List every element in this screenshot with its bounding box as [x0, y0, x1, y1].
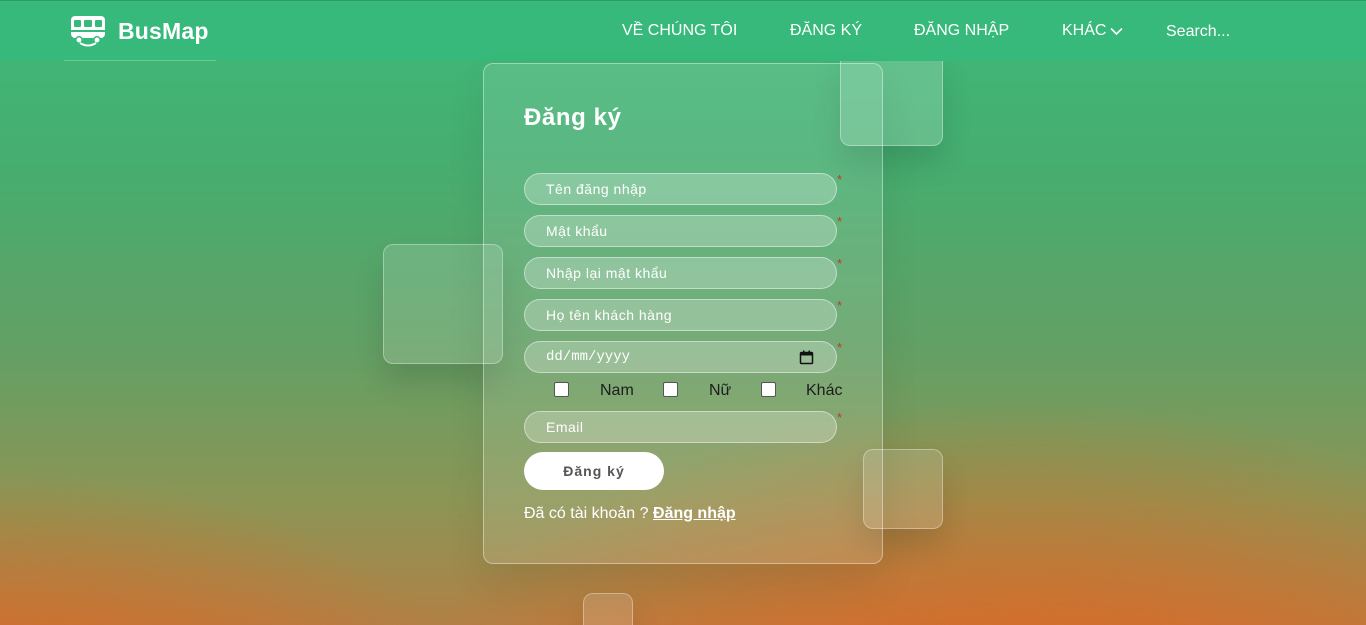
required-mark: * [837, 298, 843, 313]
gender-other-checkbox[interactable] [761, 382, 776, 397]
brand-logo[interactable]: BusMap [70, 15, 209, 47]
required-mark: * [837, 172, 843, 187]
gender-male-checkbox[interactable] [554, 382, 569, 397]
search-input[interactable] [1160, 19, 1310, 45]
login-prompt: Đã có tài khoản ? Đăng nhập [524, 505, 736, 523]
top-navbar: BusMap VỀ CHÚNG TÔI ĐĂNG KÝ ĐĂNG NHẬP KH… [0, 0, 1366, 61]
form-title: Đăng ký [524, 104, 622, 131]
register-form-card: Đăng ký * * * * dd/mm/yyyy * Nam Nữ Khác… [483, 63, 883, 564]
required-mark: * [837, 410, 843, 425]
nav-about-link[interactable]: VỀ CHÚNG TÔI [622, 22, 737, 40]
register-submit-button[interactable]: Đăng ký [524, 452, 664, 490]
bus-icon [71, 16, 105, 47]
brand-name: BusMap [118, 17, 209, 44]
confirm-password-input[interactable] [524, 257, 837, 289]
required-mark: * [837, 340, 843, 355]
password-input[interactable] [524, 215, 837, 247]
date-placeholder: dd/mm/yyyy [546, 349, 631, 365]
nav-register-link[interactable]: ĐĂNG KÝ [790, 22, 862, 40]
calendar-icon[interactable] [799, 350, 814, 365]
gender-male-label: Nam [600, 382, 634, 399]
have-account-text: Đã có tài khoản ? [524, 505, 649, 522]
decor-glass-square [583, 593, 633, 625]
gender-female-label: Nữ [709, 382, 732, 399]
gender-other-label: Khác [806, 382, 843, 399]
required-mark: * [837, 214, 843, 229]
nav-more-label: KHÁC [1062, 22, 1107, 39]
email-input[interactable] [524, 411, 837, 443]
full-name-input[interactable] [524, 299, 837, 331]
login-link[interactable]: Đăng nhập [653, 505, 736, 522]
username-input[interactable] [524, 173, 837, 205]
divider [64, 60, 216, 61]
nav-more-dropdown[interactable]: KHÁC [1062, 22, 1124, 40]
chevron-down-icon [1110, 27, 1124, 35]
gender-options: Nam Nữ Khác [524, 380, 854, 402]
birthdate-input[interactable]: dd/mm/yyyy [524, 341, 837, 373]
nav-login-link[interactable]: ĐĂNG NHẬP [914, 22, 1009, 40]
gender-female-checkbox[interactable] [663, 382, 678, 397]
required-mark: * [837, 256, 843, 271]
